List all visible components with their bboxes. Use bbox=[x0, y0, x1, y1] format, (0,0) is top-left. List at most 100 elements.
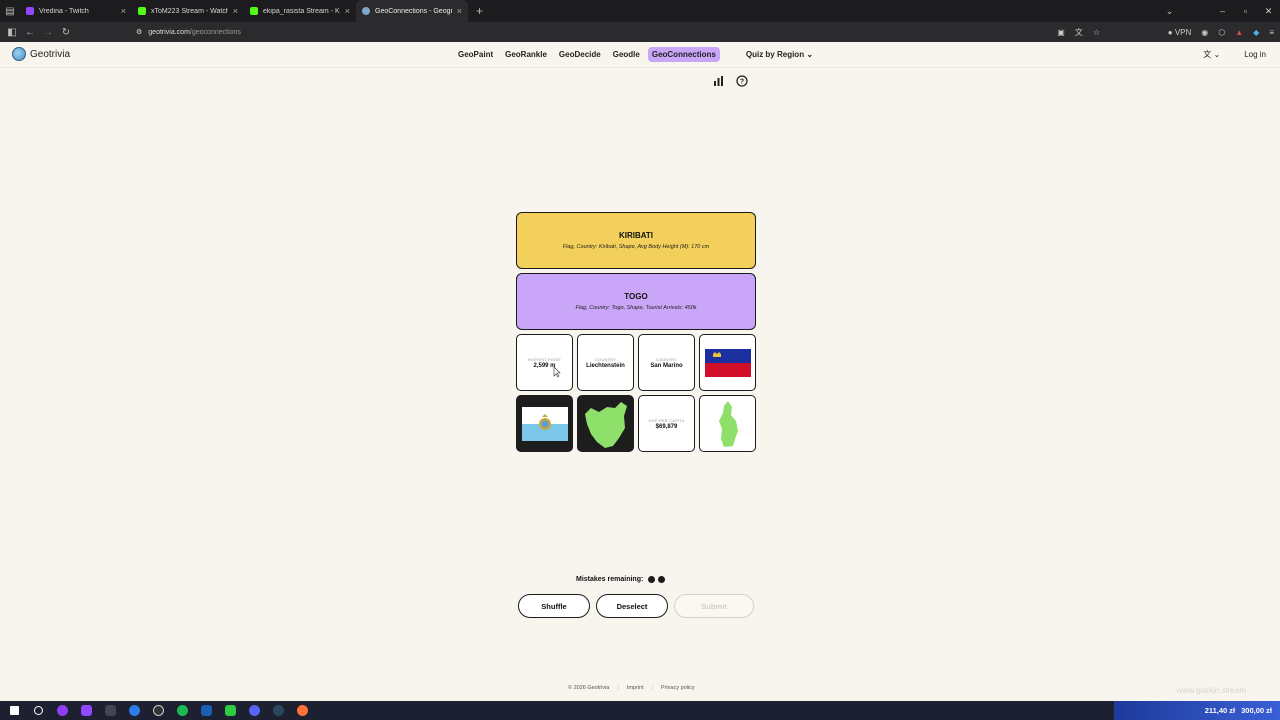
close-window-icon[interactable]: ✕ bbox=[1257, 6, 1280, 17]
tab-list-icon[interactable]: ⌄ bbox=[1158, 6, 1181, 17]
tile-value: San Marino bbox=[650, 362, 683, 369]
solved-group-kiribati: KIRIBATI Flag, Country: Kiribati, Shape,… bbox=[516, 212, 756, 269]
extensions-icon[interactable]: ⬡ bbox=[1218, 28, 1225, 37]
site-footer: © 2026 Geotrivia | Imprint | Privacy pol… bbox=[568, 685, 695, 691]
language-selector[interactable]: 文 ⌄ bbox=[1203, 49, 1220, 60]
country-shape-icon bbox=[718, 400, 738, 447]
mouse-cursor-icon bbox=[553, 366, 561, 378]
sidebar-icon[interactable]: ◧ bbox=[3, 27, 21, 38]
site-logo[interactable]: Geotrivia bbox=[12, 47, 70, 61]
mistakes-label: Mistakes remaining: bbox=[576, 576, 644, 583]
imprint-link[interactable]: Imprint bbox=[627, 685, 644, 691]
balance-value: 211,40 zł bbox=[1204, 706, 1236, 715]
nav-item-geodecide[interactable]: GeoDecide bbox=[555, 47, 605, 62]
browser-tab-active[interactable]: GeoConnections - Geography C × bbox=[356, 0, 468, 22]
stream-watermark: www.glarkin.stream bbox=[1176, 686, 1246, 695]
tile-flag-san-marino[interactable] bbox=[516, 395, 573, 452]
tile-label: GDP PER CAPITA bbox=[648, 417, 685, 423]
close-icon[interactable]: × bbox=[121, 6, 126, 16]
tile-flag-liechtenstein[interactable] bbox=[699, 334, 756, 391]
browser-tab[interactable]: xToM223 Stream - Watch Li × bbox=[132, 0, 244, 22]
translate-icon[interactable]: 文 bbox=[1075, 27, 1083, 38]
close-icon[interactable]: × bbox=[345, 6, 350, 16]
maximize-icon[interactable]: ▫ bbox=[1234, 6, 1257, 16]
tile-label: HIGHEST POINT bbox=[527, 356, 562, 362]
tab-title: xToM223 Stream - Watch Li bbox=[151, 7, 228, 15]
app-icon-green[interactable] bbox=[218, 701, 242, 720]
group-name: TOGO bbox=[624, 292, 648, 301]
address-actions: ▣ 文 ☆ bbox=[1057, 22, 1100, 42]
nav-item-georankle[interactable]: GeoRankle bbox=[501, 47, 551, 62]
help-icon[interactable]: ? bbox=[736, 75, 748, 87]
os-taskbar: 211,40 zł 300,00 zł bbox=[0, 701, 1280, 720]
nav-item-geoconnections[interactable]: GeoConnections bbox=[647, 47, 720, 62]
tile-country-liechtenstein[interactable]: COUNTRY Liechtenstein bbox=[577, 334, 634, 391]
extension-icon[interactable]: ◆ bbox=[1253, 28, 1259, 37]
app-icon-obs[interactable] bbox=[146, 701, 170, 720]
tile-label: COUNTRY bbox=[655, 356, 678, 362]
tile-shape-light[interactable] bbox=[699, 395, 756, 452]
balance-value: 300,00 zł bbox=[1241, 706, 1272, 715]
close-icon[interactable]: × bbox=[457, 6, 462, 16]
browser-tab[interactable]: Vredina - Twitch × bbox=[20, 0, 132, 22]
profile-icon[interactable]: ◉ bbox=[1201, 28, 1208, 37]
mistakes-remaining: Mistakes remaining: bbox=[576, 576, 666, 583]
chevron-down-icon: ⌄ bbox=[1213, 50, 1221, 59]
app-icon-discord[interactable] bbox=[242, 701, 266, 720]
extension-icon[interactable]: ▲ bbox=[1235, 28, 1243, 37]
kick-favicon-icon bbox=[250, 7, 258, 15]
group-description: Flag, Country: Kiribati, Shape, Avg Body… bbox=[562, 244, 710, 250]
nav-item-geodle[interactable]: Geodle bbox=[609, 47, 644, 62]
main-nav: GeoPaint GeoRankle GeoDecide Geodle GeoC… bbox=[454, 47, 817, 62]
privacy-link[interactable]: Privacy policy bbox=[661, 685, 695, 691]
menu-icon[interactable]: ≡ bbox=[1269, 28, 1274, 37]
group-name: KIRIBATI bbox=[618, 231, 654, 240]
globe-favicon-icon bbox=[362, 7, 370, 15]
site-info-icon[interactable]: ⚙ bbox=[136, 28, 142, 36]
quiz-by-region-dropdown[interactable]: Quiz by Region ⌄ bbox=[742, 47, 817, 62]
site-header: Geotrivia GeoPaint GeoRankle GeoDecide G… bbox=[0, 42, 1280, 68]
twitch-favicon-icon bbox=[26, 7, 34, 15]
globe-logo-icon bbox=[12, 47, 26, 61]
close-icon[interactable]: × bbox=[233, 6, 238, 16]
app-icon-spotify[interactable] bbox=[170, 701, 194, 720]
new-tab-icon[interactable]: + bbox=[468, 4, 491, 18]
liechtenstein-flag-icon bbox=[704, 348, 751, 377]
tile-country-san-marino[interactable]: COUNTRY San Marino bbox=[638, 334, 695, 391]
app-icon-firefox[interactable] bbox=[290, 701, 314, 720]
footer-separator: | bbox=[617, 685, 619, 691]
vpn-button[interactable]: ● VPN bbox=[1168, 28, 1192, 37]
windows-start-icon[interactable] bbox=[2, 701, 26, 720]
san-marino-flag-icon bbox=[521, 406, 568, 441]
app-icon-twitch[interactable] bbox=[74, 701, 98, 720]
sidebar-toggle-icon[interactable]: ▤ bbox=[0, 0, 20, 22]
region-label: Quiz by Region bbox=[745, 50, 805, 59]
window-controls: ⌄ – ▫ ✕ bbox=[1158, 0, 1280, 22]
browser-tab[interactable]: ekipa_rasista Stream - Kick Da × bbox=[244, 0, 356, 22]
app-icon-purple[interactable] bbox=[50, 701, 74, 720]
url-field[interactable]: ⚙ geotrivia.com/geoconnections bbox=[136, 25, 241, 39]
app-icon-darkblue[interactable] bbox=[194, 701, 218, 720]
tile-shape-dark[interactable] bbox=[577, 395, 634, 452]
forward-icon[interactable]: → bbox=[39, 27, 57, 38]
chevron-down-icon: ⌄ bbox=[806, 50, 814, 59]
minimize-icon[interactable]: – bbox=[1211, 6, 1234, 16]
bookmark-star-icon[interactable]: ☆ bbox=[1093, 28, 1100, 37]
search-icon[interactable] bbox=[26, 701, 50, 720]
tab-title: ekipa_rasista Stream - Kick Da bbox=[263, 7, 340, 15]
app-icon-grid[interactable] bbox=[98, 701, 122, 720]
reload-icon[interactable]: ↻ bbox=[57, 27, 75, 38]
tile-gdp-per-capita[interactable]: GDP PER CAPITA $69,879 bbox=[638, 395, 695, 452]
deselect-button[interactable]: Deselect bbox=[596, 594, 668, 618]
app-icon-steam[interactable] bbox=[266, 701, 290, 720]
login-link[interactable]: Log in bbox=[1244, 50, 1266, 59]
stats-icon[interactable] bbox=[712, 75, 724, 87]
kick-favicon-icon bbox=[138, 7, 146, 15]
shuffle-button[interactable]: Shuffle bbox=[518, 594, 590, 618]
submit-button[interactable]: Submit bbox=[674, 594, 754, 618]
app-icon-blue[interactable] bbox=[122, 701, 146, 720]
tile-highest-point[interactable]: HIGHEST POINT 2,599 m bbox=[516, 334, 573, 391]
back-icon[interactable]: ← bbox=[21, 27, 39, 38]
reader-icon[interactable]: ▣ bbox=[1057, 28, 1065, 37]
nav-item-geopaint[interactable]: GeoPaint bbox=[454, 47, 497, 62]
